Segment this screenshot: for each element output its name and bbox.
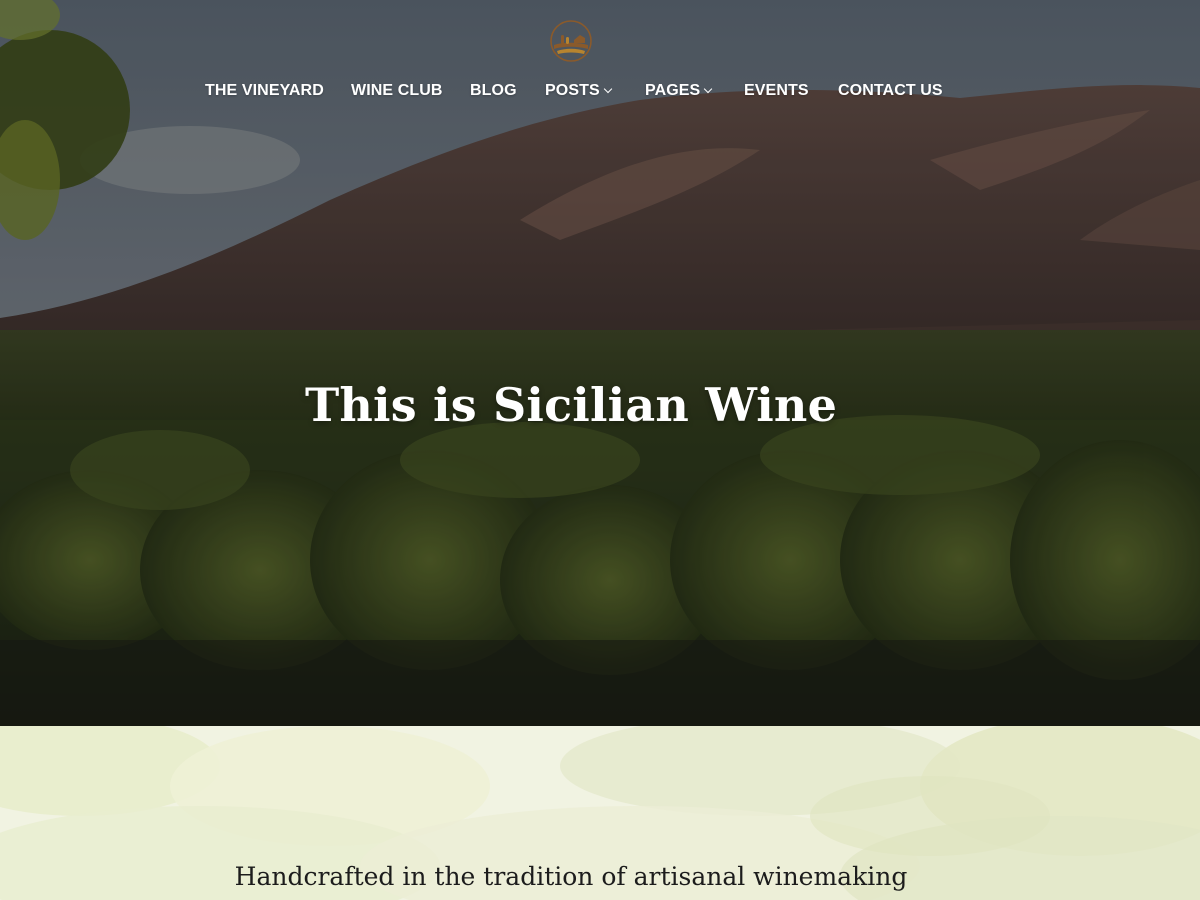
chevron-down-icon	[603, 84, 612, 94]
intro-tagline: Handcrafted in the tradition of artisana…	[234, 862, 908, 891]
nav-item-label: POSTS	[545, 82, 600, 99]
nav-item-label: BLOG	[470, 82, 517, 99]
nav-item-pages[interactable]: PAGES	[645, 82, 713, 100]
nav-item-blog[interactable]: BLOG	[470, 82, 517, 100]
hero-title: This is Sicilian Wine	[304, 378, 838, 432]
nav-item-events[interactable]: EVENTS	[744, 82, 809, 100]
nav-item-contact-us[interactable]: CONTACT US	[838, 82, 943, 100]
nav-item-label: CONTACT US	[838, 82, 943, 99]
nav-item-posts[interactable]: POSTS	[545, 82, 612, 100]
nav-item-label: WINE CLUB	[351, 82, 443, 99]
intro-section: Handcrafted in the tradition of artisana…	[0, 726, 1200, 900]
vineyard-logo-icon[interactable]	[548, 18, 594, 64]
hero-section: THE VINEYARD WINE CLUB BLOG POSTS PAGES …	[0, 0, 1200, 726]
nav-item-label: EVENTS	[744, 82, 809, 99]
nav-item-the-vineyard[interactable]: THE VINEYARD	[205, 82, 324, 100]
chevron-down-icon	[704, 84, 713, 94]
nav-item-label: PAGES	[645, 82, 701, 99]
nav-item-wine-club[interactable]: WINE CLUB	[351, 82, 443, 100]
main-navigation: THE VINEYARD WINE CLUB BLOG POSTS PAGES …	[0, 82, 1200, 106]
hero-background-image	[0, 0, 1200, 726]
nav-item-label: THE VINEYARD	[205, 82, 324, 99]
